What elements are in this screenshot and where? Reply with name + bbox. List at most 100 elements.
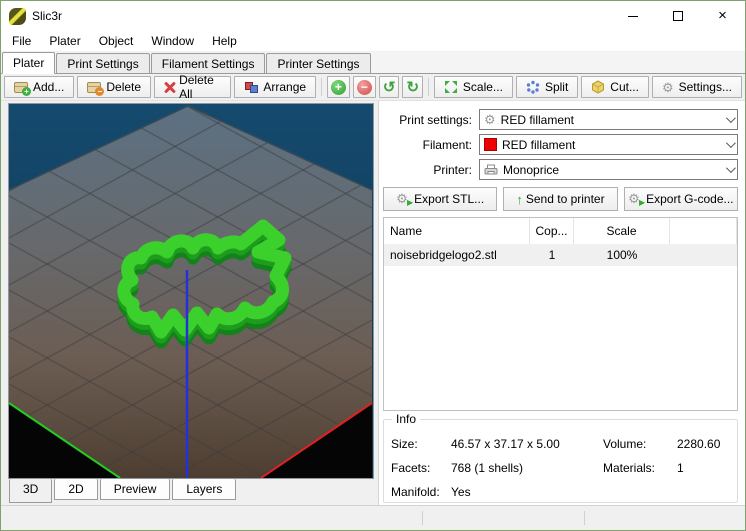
viewtab-layers[interactable]: Layers bbox=[172, 479, 236, 500]
tab-printer-settings[interactable]: Printer Settings bbox=[266, 53, 370, 73]
filament-label: Filament: bbox=[383, 138, 479, 152]
minus-icon: − bbox=[357, 80, 372, 95]
facets-label: Facets: bbox=[391, 461, 451, 475]
info-title: Info bbox=[392, 412, 420, 426]
split-button[interactable]: Split bbox=[516, 76, 578, 98]
table-row[interactable]: noisebridgelogo2.stl 1 100% bbox=[384, 244, 737, 266]
filament-color-swatch bbox=[484, 138, 497, 151]
view-tabbar: 3D 2D Preview Layers bbox=[8, 479, 378, 503]
window-title: Slic3r bbox=[32, 9, 610, 23]
add-label: Add... bbox=[33, 80, 64, 94]
size-label: Size: bbox=[391, 437, 451, 451]
send-to-printer-button[interactable]: ↑ Send to printer bbox=[503, 187, 617, 211]
settings-panel: Print settings: ⚙ RED fillament Filament… bbox=[378, 101, 745, 505]
main-tabbar: Plater Print Settings Filament Settings … bbox=[1, 52, 745, 74]
printer-combobox[interactable]: Monoprice bbox=[479, 159, 738, 180]
arrange-label: Arrange bbox=[263, 80, 306, 94]
object-scale-cell: 100% bbox=[574, 248, 670, 262]
close-icon: × bbox=[718, 11, 727, 21]
column-header-name[interactable]: Name bbox=[384, 218, 530, 244]
menu-object[interactable]: Object bbox=[90, 32, 143, 50]
viewtab-preview[interactable]: Preview bbox=[100, 479, 171, 500]
arrange-icon bbox=[244, 81, 258, 93]
column-header-scale[interactable]: Scale bbox=[574, 218, 670, 244]
delete-all-icon bbox=[164, 81, 174, 93]
minimize-button[interactable] bbox=[610, 1, 655, 31]
export-gcode-icon: ⚙▶ bbox=[628, 192, 643, 206]
menu-window[interactable]: Window bbox=[142, 32, 203, 50]
export-stl-icon: ⚙▶ bbox=[396, 192, 411, 206]
export-gcode-label: Export G-code... bbox=[646, 192, 733, 206]
more-copies-button[interactable]: + bbox=[327, 76, 350, 98]
tab-print-settings[interactable]: Print Settings bbox=[56, 53, 149, 73]
chevron-down-icon bbox=[726, 163, 736, 173]
volume-label: Volume: bbox=[603, 437, 677, 451]
fewer-copies-button[interactable]: − bbox=[353, 76, 376, 98]
viewport-column: 3D 2D Preview Layers bbox=[1, 101, 378, 505]
rotate-cw-button[interactable]: ↻ bbox=[402, 76, 423, 98]
arrange-button[interactable]: Arrange bbox=[234, 76, 316, 98]
chevron-down-icon bbox=[726, 113, 736, 123]
main-area: 3D 2D Preview Layers Print settings: ⚙ R… bbox=[1, 101, 745, 505]
plater-toolbar: + Add... − Delete Delete All Arrange + −… bbox=[1, 74, 745, 101]
menu-file[interactable]: File bbox=[3, 32, 40, 50]
slic3r-app-icon bbox=[9, 8, 26, 25]
export-stl-button[interactable]: ⚙▶ Export STL... bbox=[383, 187, 497, 211]
print-settings-combobox[interactable]: ⚙ RED fillament bbox=[479, 109, 738, 130]
facets-value: 768 (1 shells) bbox=[451, 461, 603, 475]
toolbar-separator bbox=[321, 78, 322, 96]
close-button[interactable]: × bbox=[700, 1, 745, 31]
viewtab-3d[interactable]: 3D bbox=[9, 479, 52, 503]
viewtab-2d[interactable]: 2D bbox=[54, 479, 97, 500]
tab-plater[interactable]: Plater bbox=[2, 52, 55, 74]
filament-value: RED fillament bbox=[502, 138, 575, 152]
split-icon bbox=[526, 80, 540, 94]
toolbar-separator bbox=[428, 78, 429, 96]
statusbar-divider bbox=[422, 511, 423, 525]
delete-object-icon: − bbox=[87, 82, 101, 93]
printer-icon bbox=[484, 164, 498, 176]
menu-help[interactable]: Help bbox=[203, 32, 246, 50]
plus-icon: + bbox=[331, 80, 346, 95]
viewport-canvas bbox=[9, 104, 373, 478]
object-name-cell: noisebridgelogo2.stl bbox=[384, 248, 530, 262]
cut-button[interactable]: Cut... bbox=[581, 76, 649, 98]
export-gcode-button[interactable]: ⚙▶ Export G-code... bbox=[624, 187, 738, 211]
filament-combobox[interactable]: RED fillament bbox=[479, 134, 738, 155]
delete-button[interactable]: − Delete bbox=[77, 76, 151, 98]
column-header-copies[interactable]: Cop... bbox=[530, 218, 574, 244]
settings-label: Settings... bbox=[679, 80, 732, 94]
object-list: Name Cop... Scale noisebridgelogo2.stl 1… bbox=[383, 217, 738, 411]
viewport-3d[interactable] bbox=[8, 103, 374, 479]
volume-value: 2280.60 bbox=[677, 437, 733, 451]
rotate-ccw-button[interactable]: ↺ bbox=[379, 76, 400, 98]
info-groupbox: Info Size: 46.57 x 37.17 x 5.00 Volume: … bbox=[383, 419, 738, 503]
add-object-icon: + bbox=[14, 82, 28, 93]
delete-label: Delete bbox=[106, 80, 141, 94]
maximize-button[interactable] bbox=[655, 1, 700, 31]
object-list-header: Name Cop... Scale bbox=[384, 218, 737, 244]
printer-label: Printer: bbox=[383, 163, 479, 177]
materials-value: 1 bbox=[677, 461, 733, 475]
scale-button[interactable]: Scale... bbox=[434, 76, 513, 98]
cut-label: Cut... bbox=[610, 80, 639, 94]
add-button[interactable]: + Add... bbox=[4, 76, 74, 98]
manifold-label: Manifold: bbox=[391, 485, 451, 499]
cut-icon bbox=[591, 80, 605, 94]
scale-icon bbox=[444, 80, 458, 94]
print-settings-value: RED fillament bbox=[501, 113, 574, 127]
maximize-icon bbox=[673, 11, 683, 21]
menu-plater[interactable]: Plater bbox=[40, 32, 89, 50]
export-stl-label: Export STL... bbox=[414, 192, 484, 206]
tab-filament-settings[interactable]: Filament Settings bbox=[151, 53, 266, 73]
settings-button[interactable]: ⚙ Settings... bbox=[652, 76, 742, 98]
delete-all-button[interactable]: Delete All bbox=[154, 76, 231, 98]
materials-label: Materials: bbox=[603, 461, 677, 475]
statusbar-divider bbox=[584, 511, 585, 525]
delete-all-label: Delete All bbox=[179, 73, 221, 101]
printer-value: Monoprice bbox=[503, 163, 559, 177]
gear-icon: ⚙ bbox=[662, 81, 674, 94]
object-copies-cell: 1 bbox=[530, 248, 574, 262]
gear-icon: ⚙ bbox=[484, 113, 496, 126]
rotate-cw-icon: ↻ bbox=[406, 80, 419, 95]
